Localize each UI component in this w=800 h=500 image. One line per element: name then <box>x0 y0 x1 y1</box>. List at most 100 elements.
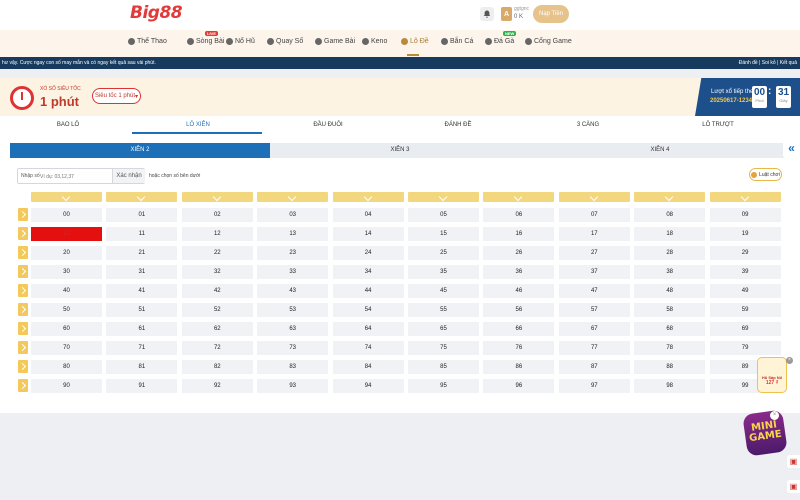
number-cell[interactable]: 37 <box>558 265 630 279</box>
number-cell[interactable]: 49 <box>709 284 781 298</box>
number-cell[interactable]: 77 <box>558 341 630 355</box>
number-cell[interactable]: 39 <box>709 265 781 279</box>
number-cell[interactable]: 26 <box>483 246 555 260</box>
number-cell[interactable]: 42 <box>181 284 253 298</box>
column-select-button[interactable] <box>558 192 630 202</box>
row-select-button[interactable] <box>18 379 28 392</box>
number-cell[interactable]: 46 <box>483 284 555 298</box>
number-cell[interactable]: 09 <box>709 208 781 222</box>
number-cell[interactable]: 31 <box>106 265 178 279</box>
gift-icon[interactable]: ▣ <box>787 455 800 468</box>
number-cell[interactable]: 28 <box>634 246 706 260</box>
row-select-button[interactable] <box>18 227 28 240</box>
number-cell[interactable]: 85 <box>408 360 479 374</box>
number-cell[interactable]: 21 <box>106 246 178 260</box>
number-cell[interactable]: 18 <box>634 227 706 241</box>
number-cell[interactable]: 79 <box>709 341 781 355</box>
column-select-button[interactable] <box>31 192 102 202</box>
number-cell[interactable]: 80 <box>31 360 102 374</box>
nav-item-9[interactable]: Cổng Game <box>525 38 572 45</box>
number-cell[interactable]: 03 <box>257 208 329 222</box>
number-cell[interactable]: 96 <box>483 379 555 393</box>
number-cell[interactable]: 36 <box>483 265 555 279</box>
number-cell[interactable]: 83 <box>257 360 329 374</box>
number-cell[interactable]: 81 <box>106 360 178 374</box>
column-select-button[interactable] <box>106 192 178 202</box>
number-cell[interactable]: 95 <box>408 379 479 393</box>
number-cell[interactable]: 29 <box>709 246 781 260</box>
number-cell[interactable]: 01 <box>106 208 178 222</box>
site-logo[interactable]: Big88 <box>130 3 183 23</box>
number-cell[interactable]: 48 <box>634 284 706 298</box>
column-select-button[interactable] <box>257 192 329 202</box>
deposit-button[interactable]: Nạp Tiền <box>533 5 569 23</box>
tab-xien-2[interactable]: XIÊN 4 <box>530 143 790 158</box>
number-cell[interactable]: 32 <box>181 265 253 279</box>
number-cell[interactable]: 74 <box>332 341 404 355</box>
column-select-button[interactable] <box>483 192 555 202</box>
number-cell[interactable]: 67 <box>558 322 630 336</box>
tab-bet-type-2[interactable]: ĐẦU ĐUÔI <box>263 122 393 128</box>
gift-icon[interactable]: ▣ <box>787 480 800 493</box>
number-cell[interactable]: 66 <box>483 322 555 336</box>
number-cell[interactable]: 97 <box>558 379 630 393</box>
number-cell[interactable]: 50 <box>31 303 102 317</box>
row-select-button[interactable] <box>18 322 28 335</box>
jackpot-widget[interactable]: Hũ Sập Nổ 127 ₫ <box>757 357 787 393</box>
number-cell[interactable]: 63 <box>257 322 329 336</box>
nav-item-0[interactable]: Thể Thao <box>128 38 167 45</box>
nav-item-4[interactable]: Game Bài <box>315 38 355 45</box>
bell-icon[interactable] <box>480 7 494 21</box>
number-cell[interactable]: 90 <box>31 379 102 393</box>
number-cell[interactable]: 71 <box>106 341 178 355</box>
mini-game-button[interactable]: MINI GAME <box>742 409 788 457</box>
nav-item-7[interactable]: Bắn Cá <box>441 38 473 45</box>
nav-item-3[interactable]: Quay Số <box>267 38 303 45</box>
number-cell[interactable]: 24 <box>332 246 404 260</box>
tab-xien-0[interactable]: XIÊN 2 <box>10 143 270 158</box>
number-cell[interactable]: 91 <box>106 379 178 393</box>
nav-item-5[interactable]: Keno <box>362 38 387 45</box>
collapse-panel-icon[interactable]: « <box>783 140 800 158</box>
number-cell[interactable]: 54 <box>332 303 404 317</box>
number-cell[interactable]: 40 <box>31 284 102 298</box>
number-cell[interactable]: 25 <box>408 246 479 260</box>
nav-item-6[interactable]: Lô Đề <box>401 38 429 45</box>
number-cell[interactable]: 88 <box>634 360 706 374</box>
number-cell[interactable]: 41 <box>106 284 178 298</box>
row-select-button[interactable] <box>18 284 28 297</box>
number-cell[interactable]: 87 <box>558 360 630 374</box>
row-select-button[interactable] <box>18 303 28 316</box>
number-cell[interactable]: 57 <box>558 303 630 317</box>
number-cell[interactable]: 14 <box>332 227 404 241</box>
tab-xien-1[interactable]: XIÊN 3 <box>270 143 530 158</box>
tab-bet-type-3[interactable]: ĐÁNH ĐỀ <box>393 122 523 128</box>
number-cell[interactable]: 51 <box>106 303 178 317</box>
number-cell[interactable]: 53 <box>257 303 329 317</box>
number-cell[interactable]: 93 <box>257 379 329 393</box>
number-cell[interactable]: 75 <box>408 341 479 355</box>
number-cell[interactable]: 12 <box>181 227 253 241</box>
number-cell[interactable]: 02 <box>181 208 253 222</box>
number-cell[interactable]: 55 <box>408 303 479 317</box>
close-icon[interactable]: × <box>770 411 779 420</box>
number-cell[interactable]: 07 <box>558 208 630 222</box>
ticker-links[interactable]: Đánh đề | Soi kỏ | Kết quả <box>739 57 797 69</box>
number-cell[interactable]: 59 <box>709 303 781 317</box>
number-cell[interactable]: 34 <box>332 265 404 279</box>
row-select-button[interactable] <box>18 208 28 221</box>
number-cell[interactable]: 58 <box>634 303 706 317</box>
nav-item-2[interactable]: Nổ Hũ <box>226 38 255 45</box>
number-cell[interactable]: 06 <box>483 208 555 222</box>
tab-bet-type-0[interactable]: BAO LÔ <box>3 122 133 128</box>
number-cell[interactable]: 70 <box>31 341 102 355</box>
tab-bet-type-1[interactable]: LÔ XIÊN <box>133 122 263 128</box>
column-select-button[interactable] <box>332 192 404 202</box>
nav-item-8[interactable]: Đá Gà <box>485 38 514 45</box>
number-cell[interactable]: 05 <box>408 208 479 222</box>
number-cell[interactable]: 16 <box>483 227 555 241</box>
number-cell[interactable]: 17 <box>558 227 630 241</box>
avatar[interactable]: A <box>501 7 512 21</box>
number-cell[interactable]: 33 <box>257 265 329 279</box>
nav-item-1[interactable]: Sòng Bài <box>187 38 224 45</box>
